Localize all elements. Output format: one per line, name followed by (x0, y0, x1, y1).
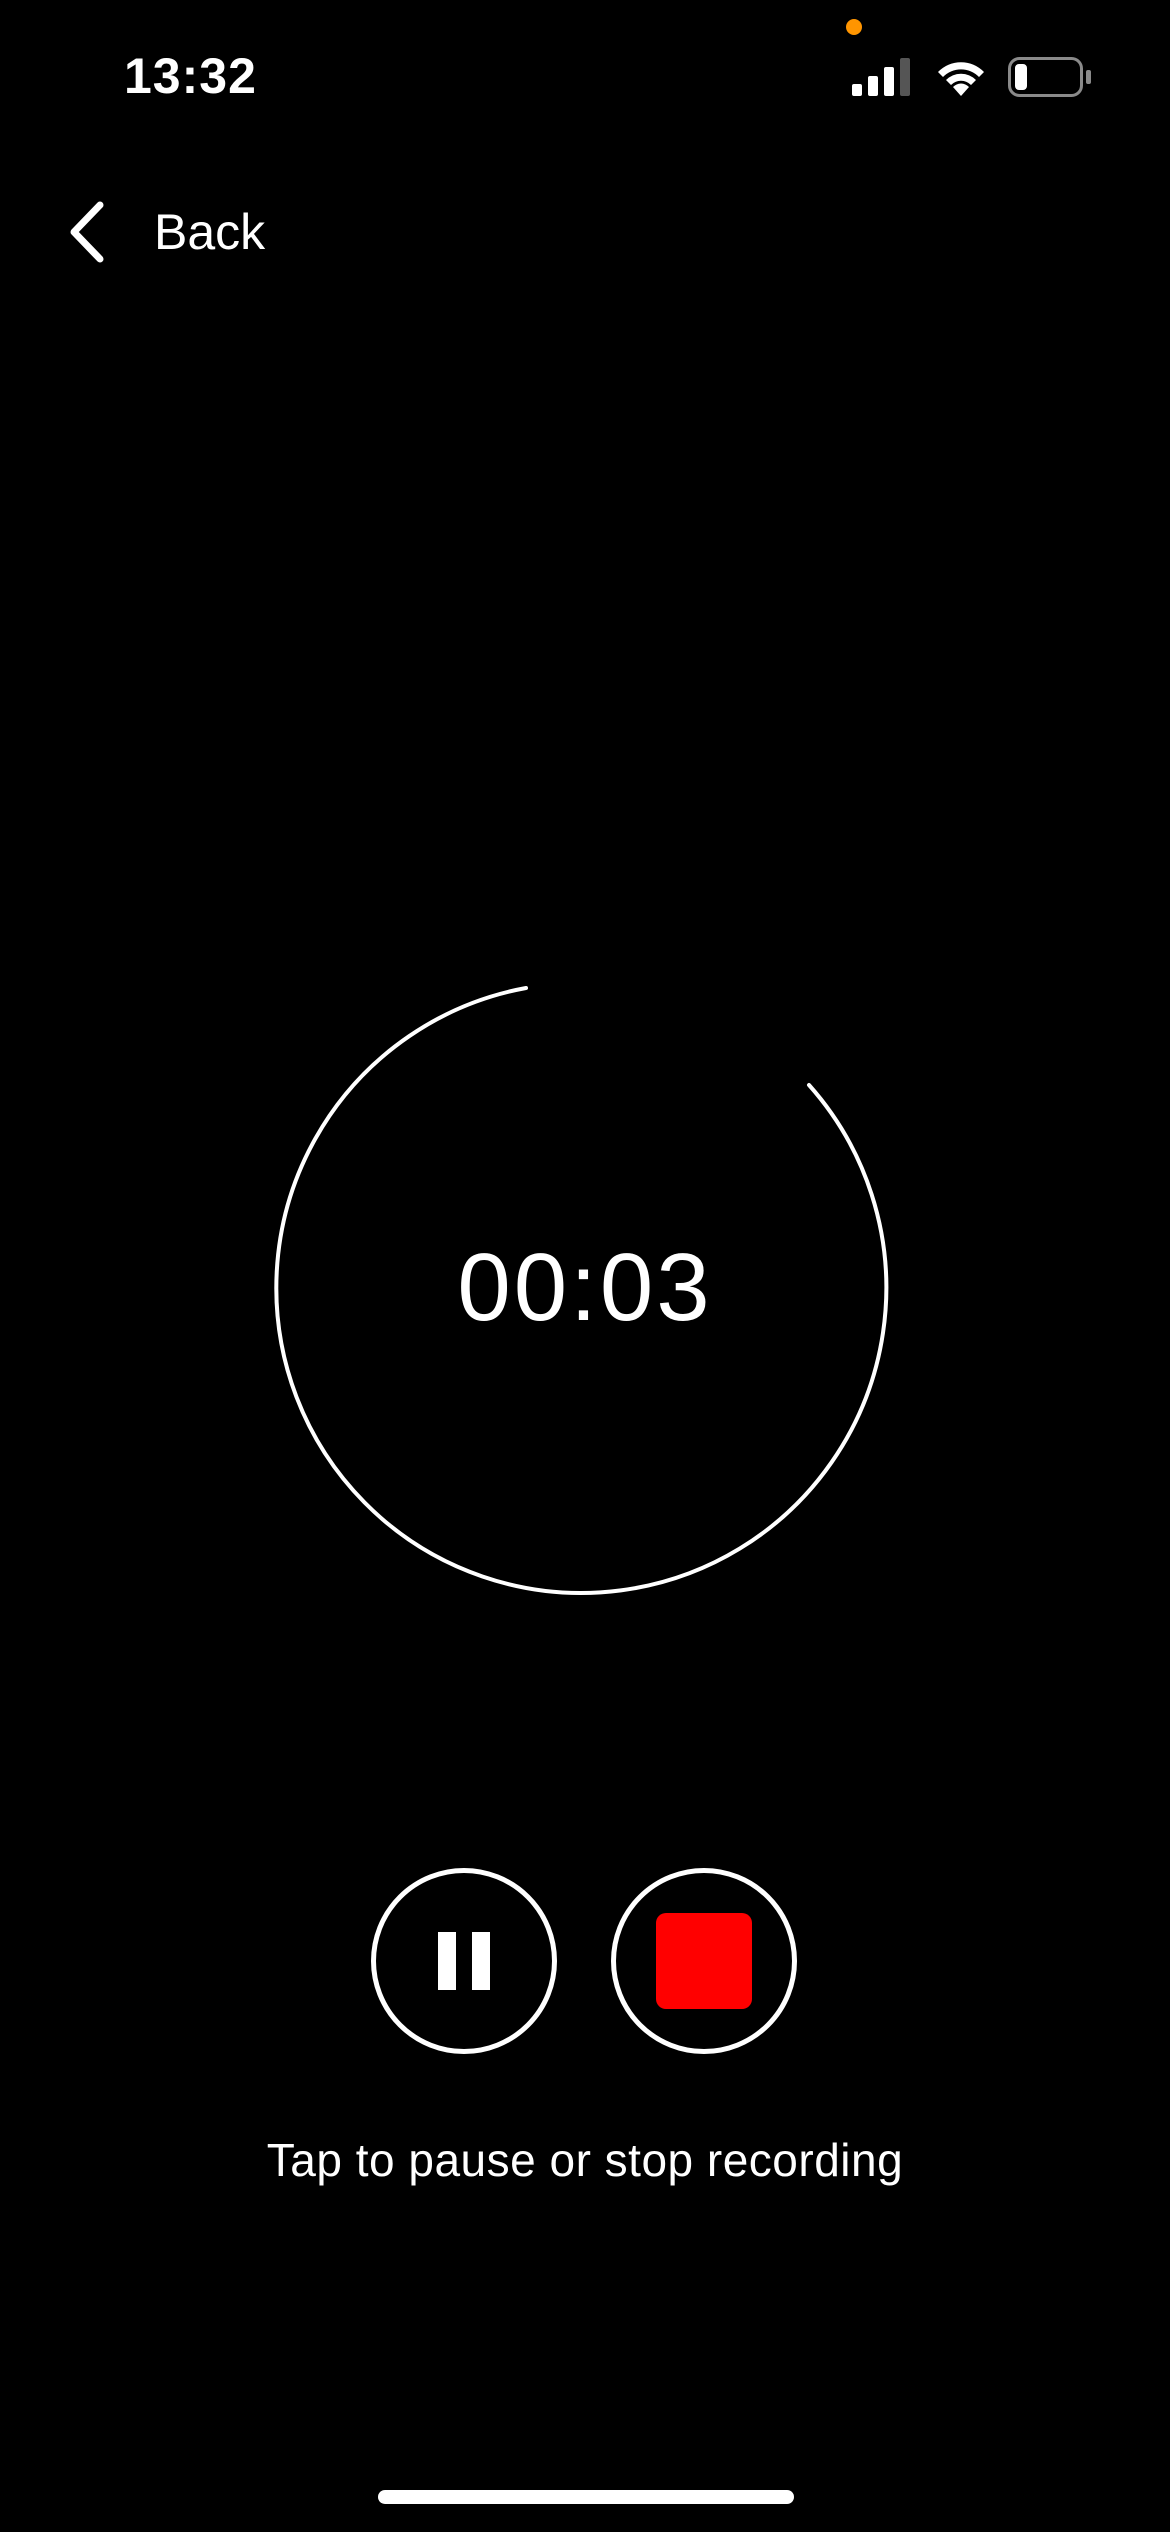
pause-button[interactable] (371, 1868, 557, 2054)
elapsed-time: 00:03 (457, 1234, 713, 1341)
stop-icon (656, 1913, 752, 2009)
signal-icon (852, 58, 910, 96)
battery-icon (1008, 57, 1091, 97)
wifi-icon (938, 62, 984, 96)
back-label: Back (154, 204, 266, 260)
home-indicator[interactable] (378, 2490, 794, 2504)
status-time: 13:32 (124, 48, 257, 104)
recording-hint: Tap to pause or stop recording (266, 2134, 904, 2186)
stop-button[interactable] (611, 1868, 797, 2054)
back-button[interactable]: Back (64, 196, 265, 268)
mic-indicator-dot (846, 19, 862, 35)
pause-icon (472, 1932, 490, 1990)
chevron-left-icon (70, 201, 104, 263)
pause-icon (438, 1932, 456, 1990)
